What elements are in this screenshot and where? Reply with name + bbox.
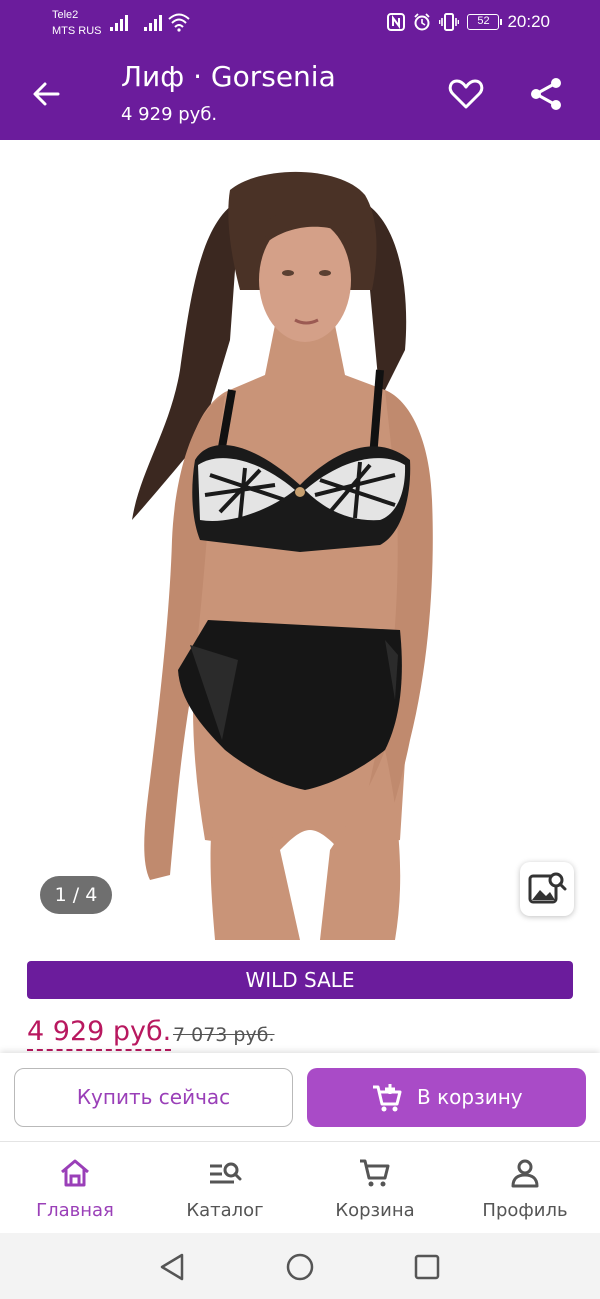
share-button[interactable] <box>526 74 566 114</box>
signal-icon <box>110 13 130 31</box>
nfc-icon <box>387 13 406 31</box>
buy-now-button[interactable]: Купить сейчас <box>14 1068 293 1127</box>
nav-catalog[interactable]: Каталог <box>150 1142 300 1234</box>
nav-profile-label: Профиль <box>482 1200 568 1221</box>
signal-icon-2 <box>144 13 164 31</box>
back-button[interactable] <box>26 74 66 114</box>
nav-cart-label: Корзина <box>335 1200 415 1221</box>
system-home-icon[interactable] <box>285 1252 315 1282</box>
carrier-2: MTS RUS <box>52 25 102 37</box>
image-counter: 1 / 4 <box>40 876 112 914</box>
nav-profile[interactable]: Профиль <box>450 1142 600 1234</box>
old-price: 7 073 руб. <box>173 1024 275 1046</box>
current-price[interactable]: 4 929 руб. <box>27 1016 172 1051</box>
nav-home[interactable]: Главная <box>0 1142 150 1234</box>
system-recents-icon[interactable] <box>413 1252 441 1282</box>
vibrate-icon <box>439 13 460 31</box>
clock: 20:20 <box>507 12 550 31</box>
add-cart-icon <box>373 1084 402 1112</box>
catalog-search-icon <box>210 1162 242 1184</box>
product-photo[interactable]: 1 / 4 <box>0 140 600 940</box>
add-to-cart-label: В корзину <box>417 1085 523 1109</box>
image-search-icon <box>528 872 567 904</box>
status-bar: Tele2 MTS RUS 52 20:20 <box>0 0 600 46</box>
system-back-icon[interactable] <box>158 1252 186 1282</box>
carrier-1: Tele2 <box>52 9 79 21</box>
action-bar: Купить сейчас В корзину <box>0 1053 600 1141</box>
image-search-button[interactable] <box>520 862 574 916</box>
heart-icon <box>448 79 484 109</box>
nav-home-label: Главная <box>36 1200 114 1221</box>
favorite-button[interactable] <box>446 74 486 114</box>
nav-cart[interactable]: Корзина <box>300 1142 450 1234</box>
alarm-icon <box>414 13 431 31</box>
wifi-icon <box>168 13 190 32</box>
header-price: 4 929 руб. <box>121 104 218 125</box>
system-navigation-bar <box>0 1233 600 1299</box>
status-right: 52 20:20 <box>387 12 550 32</box>
home-icon <box>61 1159 89 1187</box>
add-to-cart-button[interactable]: В корзину <box>307 1068 586 1127</box>
sale-banner: WILD SALE <box>27 961 573 999</box>
cart-icon <box>360 1159 390 1187</box>
battery-indicator: 52 <box>467 14 503 30</box>
app-bar: Лиф · Gorsenia 4 929 руб. <box>0 46 600 140</box>
product-image <box>132 171 433 940</box>
profile-icon <box>511 1159 539 1188</box>
page-title: Лиф · Gorsenia <box>121 60 336 93</box>
share-icon <box>531 78 561 110</box>
arrow-left-icon <box>33 82 60 106</box>
bottom-navigation: Главная Каталог Корзина Профиль <box>0 1141 600 1233</box>
nav-catalog-label: Каталог <box>186 1200 264 1221</box>
carrier-info: Tele2 MTS RUS <box>52 7 102 39</box>
